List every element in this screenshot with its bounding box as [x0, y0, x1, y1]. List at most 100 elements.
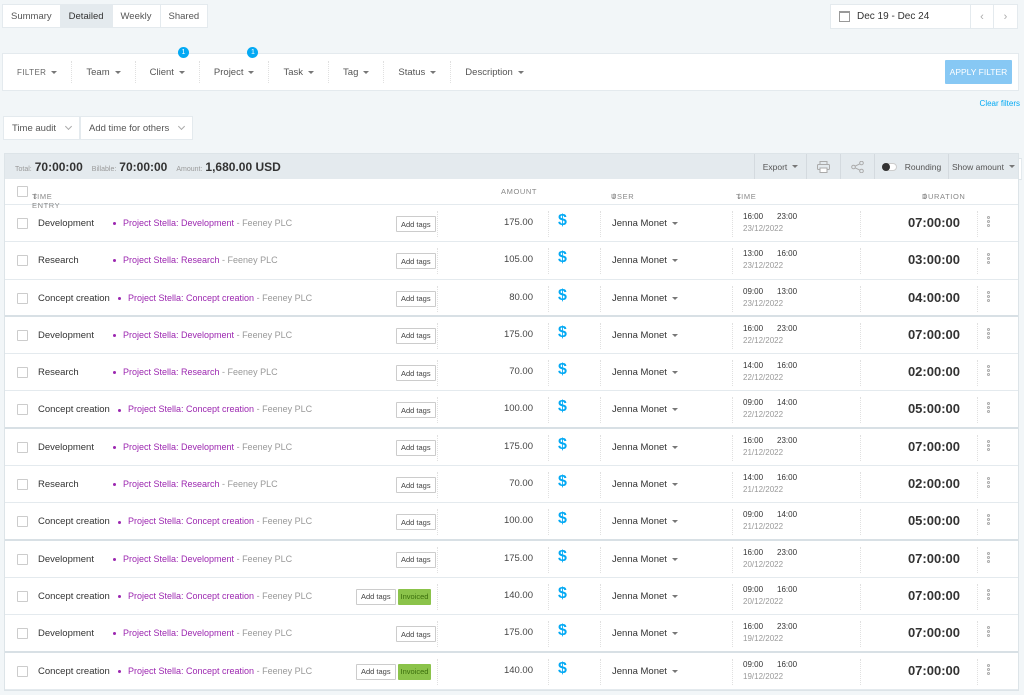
- row-checkbox[interactable]: [17, 553, 28, 565]
- entry-duration[interactable]: 03:00:00: [908, 252, 960, 267]
- more-options-icon[interactable]: [987, 439, 991, 452]
- more-options-icon[interactable]: [987, 663, 991, 676]
- add-tags-button[interactable]: Add tags: [396, 477, 436, 494]
- tab-detailed[interactable]: Detailed: [60, 5, 113, 27]
- entry-time[interactable]: 09:00 16:00 20/12/2022: [743, 585, 797, 606]
- filter-team[interactable]: Team: [72, 61, 136, 83]
- entry-time[interactable]: 09:00 13:00 23/12/2022: [743, 287, 797, 308]
- entry-user[interactable]: Jenna Monet: [612, 666, 678, 677]
- billable-dollar-icon[interactable]: $: [558, 361, 567, 379]
- row-checkbox[interactable]: [17, 292, 28, 304]
- filter-task[interactable]: Task: [269, 61, 330, 83]
- billable-dollar-icon[interactable]: $: [558, 324, 567, 342]
- entry-description[interactable]: Development: [38, 628, 94, 639]
- entry-description[interactable]: Research: [38, 255, 79, 266]
- more-options-icon[interactable]: [987, 551, 991, 564]
- add-time-for-others-dropdown[interactable]: Add time for others: [80, 116, 194, 140]
- entry-user[interactable]: Jenna Monet: [612, 442, 678, 453]
- filter-status[interactable]: Status: [384, 61, 452, 83]
- entry-description[interactable]: Concept creation: [38, 591, 110, 602]
- entry-description[interactable]: Concept creation: [38, 666, 110, 677]
- entry-duration[interactable]: 02:00:00: [908, 364, 960, 379]
- filter-project[interactable]: 1 Project: [200, 47, 270, 83]
- entry-time[interactable]: 16:00 23:00 22/12/2022: [743, 324, 797, 345]
- row-checkbox[interactable]: [17, 404, 28, 416]
- billable-dollar-icon[interactable]: $: [558, 212, 567, 230]
- add-tags-button[interactable]: Add tags: [396, 253, 436, 270]
- share-button[interactable]: [840, 154, 874, 179]
- entry-project[interactable]: Project Stella: Development - Feeney PLC: [113, 628, 292, 638]
- entry-project[interactable]: Project Stella: Concept creation - Feene…: [118, 516, 312, 526]
- prev-period-button[interactable]: ‹: [971, 5, 994, 28]
- add-tags-button[interactable]: Add tags: [396, 290, 436, 307]
- entry-user[interactable]: Jenna Monet: [612, 479, 678, 490]
- entry-duration[interactable]: 05:00:00: [908, 513, 960, 528]
- row-checkbox[interactable]: [17, 218, 28, 229]
- entry-description[interactable]: Concept creation: [38, 293, 110, 304]
- billable-dollar-icon[interactable]: $: [558, 622, 567, 640]
- show-amount-dropdown[interactable]: Show amount: [948, 154, 1018, 179]
- more-options-icon[interactable]: [987, 216, 991, 228]
- billable-dollar-icon[interactable]: $: [558, 436, 567, 454]
- add-tags-button[interactable]: Add tags: [396, 514, 436, 531]
- entry-user[interactable]: Jenna Monet: [612, 554, 678, 565]
- entry-user[interactable]: Jenna Monet: [612, 404, 678, 415]
- entry-time[interactable]: 09:00 16:00 19/12/2022: [743, 660, 797, 681]
- entry-description[interactable]: Concept creation: [38, 404, 110, 415]
- row-checkbox[interactable]: [17, 441, 28, 453]
- add-tags-button[interactable]: Add tags: [396, 365, 436, 382]
- entry-time[interactable]: 14:00 16:00 22/12/2022: [743, 361, 797, 382]
- entry-time[interactable]: 16:00 23:00 20/12/2022: [743, 548, 797, 569]
- more-options-icon[interactable]: [987, 290, 991, 303]
- entry-project[interactable]: Project Stella: Research - Feeney PLC: [113, 479, 278, 489]
- entry-duration[interactable]: 07:00:00: [908, 663, 960, 678]
- more-options-icon[interactable]: [987, 402, 991, 414]
- entry-description[interactable]: Concept creation: [38, 516, 110, 527]
- add-tags-button[interactable]: Add tags: [396, 402, 436, 419]
- entry-time[interactable]: 16:00 23:00 21/12/2022: [743, 436, 797, 457]
- export-button[interactable]: Export: [754, 154, 806, 179]
- entry-duration[interactable]: 07:00:00: [908, 551, 960, 566]
- entry-description[interactable]: Development: [38, 442, 94, 453]
- billable-dollar-icon[interactable]: $: [558, 510, 567, 528]
- entry-project[interactable]: Project Stella: Concept creation - Feene…: [118, 591, 312, 601]
- more-options-icon[interactable]: [987, 588, 991, 601]
- row-checkbox[interactable]: [17, 516, 28, 528]
- entry-user[interactable]: Jenna Monet: [612, 293, 678, 304]
- entry-user[interactable]: Jenna Monet: [612, 516, 678, 527]
- filter-description[interactable]: Description: [451, 61, 538, 83]
- billable-dollar-icon[interactable]: $: [558, 398, 567, 416]
- more-options-icon[interactable]: [987, 477, 991, 489]
- apply-filter-button[interactable]: APPLY FILTER: [945, 60, 1012, 84]
- billable-dollar-icon[interactable]: $: [558, 585, 567, 603]
- billable-dollar-icon[interactable]: $: [558, 660, 567, 678]
- clear-filters-link[interactable]: Clear filters: [980, 99, 1020, 108]
- row-checkbox[interactable]: [17, 255, 28, 267]
- more-options-icon[interactable]: [987, 514, 991, 526]
- more-options-icon[interactable]: [987, 626, 991, 638]
- entry-project[interactable]: Project Stella: Development - Feeney PLC: [113, 554, 292, 564]
- row-checkbox[interactable]: [17, 367, 28, 379]
- entry-user[interactable]: Jenna Monet: [612, 591, 678, 602]
- billable-dollar-icon[interactable]: $: [558, 287, 567, 305]
- entry-time[interactable]: 16:00 23:00 23/12/2022: [743, 212, 797, 233]
- filter-tag[interactable]: Tag: [329, 61, 385, 83]
- entry-user[interactable]: Jenna Monet: [612, 218, 678, 229]
- entry-time[interactable]: 09:00 14:00 22/12/2022: [743, 398, 797, 419]
- filter-client[interactable]: 1 Client: [136, 47, 200, 83]
- entry-description[interactable]: Development: [38, 218, 94, 229]
- entry-user[interactable]: Jenna Monet: [612, 628, 678, 639]
- entry-project[interactable]: Project Stella: Development - Feeney PLC: [113, 218, 292, 228]
- entry-time[interactable]: 14:00 16:00 21/12/2022: [743, 473, 797, 494]
- row-checkbox[interactable]: [17, 628, 28, 640]
- billable-dollar-icon[interactable]: $: [558, 473, 567, 491]
- time-audit-dropdown[interactable]: Time audit: [3, 116, 80, 140]
- select-all-checkbox[interactable]: [17, 186, 28, 197]
- more-options-icon[interactable]: [987, 365, 991, 377]
- billable-dollar-icon[interactable]: $: [558, 249, 567, 267]
- entry-project[interactable]: Project Stella: Development - Feeney PLC: [113, 442, 292, 452]
- add-tags-button[interactable]: Add tags: [396, 626, 436, 643]
- date-range-field[interactable]: Dec 19 - Dec 24: [831, 5, 971, 28]
- entry-duration[interactable]: 07:00:00: [908, 625, 960, 640]
- entry-description[interactable]: Research: [38, 479, 79, 490]
